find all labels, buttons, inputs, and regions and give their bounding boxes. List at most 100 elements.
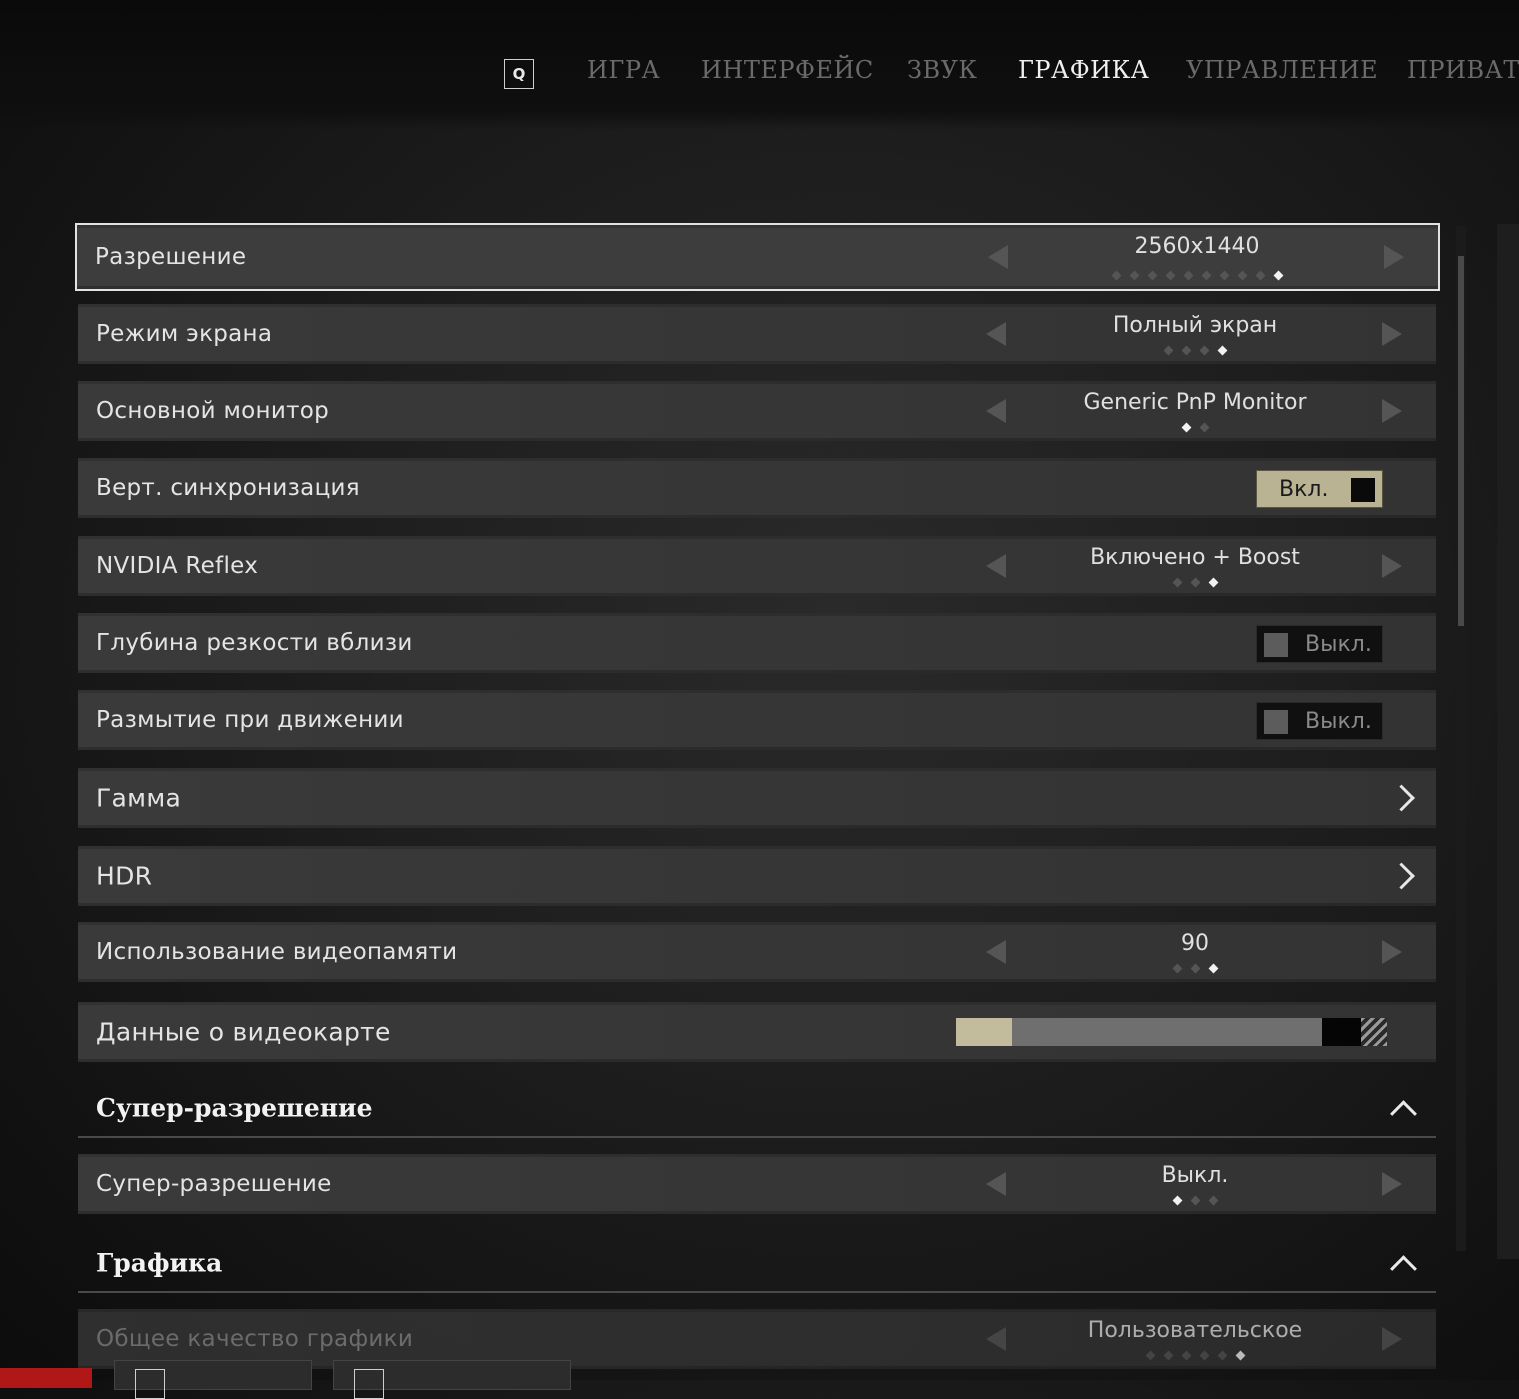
setting-label: Верт. синхронизация (96, 475, 360, 501)
option-dot (1190, 963, 1200, 974)
setting-super-resolution[interactable]: Супер-разрешение Выкл. (78, 1154, 1436, 1214)
setting-motion-blur[interactable]: Размытие при движении Выкл. (78, 690, 1436, 750)
arrow-left-icon[interactable] (986, 1172, 1006, 1196)
option-indicator (1008, 961, 1382, 974)
scrollbar-thumb[interactable] (1458, 256, 1464, 626)
setting-label: Размытие при движении (96, 707, 404, 733)
arrow-left-icon[interactable] (986, 554, 1006, 578)
arrow-right-icon[interactable] (1382, 1172, 1402, 1196)
q-key-hint[interactable]: Q (504, 59, 534, 89)
option-dot (1163, 345, 1173, 356)
option-dot (1183, 270, 1193, 281)
option-dot (1190, 577, 1200, 588)
option-dot (1219, 270, 1229, 281)
arrow-left-icon[interactable] (988, 245, 1008, 269)
option-dot (1181, 1350, 1191, 1361)
toggle-label: Выкл. (1305, 709, 1372, 734)
scrollbar[interactable] (1456, 226, 1466, 1251)
arrow-right-icon[interactable] (1382, 1327, 1402, 1351)
setting-label: Режим экрана (96, 321, 273, 347)
arrow-right-icon[interactable] (1382, 399, 1402, 423)
setting-resolution[interactable]: Разрешение 2560x1440 (75, 223, 1440, 291)
chevron-up-icon[interactable] (1390, 1255, 1417, 1283)
defaults-button[interactable] (333, 1360, 571, 1399)
option-dot (1181, 422, 1191, 433)
arrow-right-icon[interactable] (1382, 322, 1402, 346)
toggle-label: Вкл. (1279, 477, 1329, 502)
motion-blur-toggle[interactable]: Выкл. (1256, 702, 1383, 740)
option-dot (1190, 1195, 1200, 1206)
setting-value: Пользовательское (1087, 1318, 1303, 1343)
top-nav-bar: Q ИГРА ИНТЕРФЕЙС ЗВУК ГРАФИКА УПРАВЛЕНИЕ… (0, 0, 1519, 130)
setting-value: Полный экран (1112, 313, 1278, 338)
checkbox-icon (1351, 478, 1375, 502)
arrow-right-icon[interactable] (1382, 554, 1402, 578)
option-indicator (1008, 1193, 1382, 1206)
option-dot (1255, 270, 1265, 281)
arrow-left-icon[interactable] (986, 399, 1006, 423)
vram-free-segment (1322, 1018, 1361, 1046)
setting-monitor[interactable]: Основной монитор Generic PnP Monitor (78, 381, 1436, 441)
setting-hdr[interactable]: HDR (78, 846, 1436, 906)
toggle-label: Выкл. (1305, 632, 1372, 657)
setting-gamma[interactable]: Гамма (78, 768, 1436, 828)
option-dot (1201, 270, 1211, 281)
tab-game[interactable]: ИГРА (587, 56, 660, 84)
setting-vram-usage[interactable]: Использование видеопамяти 90 (78, 922, 1436, 982)
side-panel-edge (1497, 224, 1519, 1259)
arrow-left-icon[interactable] (986, 322, 1006, 346)
setting-label: Глубина резкости вблизи (96, 630, 413, 656)
setting-screen-mode[interactable]: Режим экрана Полный экран (78, 304, 1436, 364)
setting-depth-of-field[interactable]: Глубина резкости вблизи Выкл. (78, 613, 1436, 673)
option-dot (1199, 1350, 1209, 1361)
vsync-toggle[interactable]: Вкл. (1256, 470, 1383, 508)
arrow-right-icon[interactable] (1382, 940, 1402, 964)
option-dot (1208, 1195, 1218, 1206)
tab-privacy[interactable]: ПРИВАТ (1407, 56, 1519, 84)
setting-vsync[interactable]: Верт. синхронизация Вкл. (78, 458, 1436, 518)
settings-panel: Разрешение 2560x1440 Режим экрана Полный… (0, 220, 1519, 1380)
option-dot (1172, 577, 1182, 588)
setting-label: Гамма (96, 783, 182, 813)
checkbox-icon (1264, 633, 1288, 657)
option-dot (1129, 270, 1139, 281)
tab-graphics[interactable]: ГРАФИКА (1018, 56, 1149, 84)
tab-interface[interactable]: ИНТЕРФЕЙС (701, 56, 874, 84)
option-dot (1172, 963, 1182, 974)
option-dot (1237, 270, 1247, 281)
option-indicator (1008, 575, 1382, 588)
apply-button[interactable] (114, 1360, 312, 1399)
chevron-right-icon (1388, 862, 1415, 890)
back-button[interactable] (0, 1368, 92, 1388)
setting-value: Выкл. (1161, 1163, 1229, 1188)
chevron-right-icon (1388, 784, 1415, 812)
arrow-left-icon[interactable] (986, 1327, 1006, 1351)
setting-value: Generic PnP Monitor (1083, 390, 1307, 415)
setting-label: Супер-разрешение (96, 1171, 332, 1197)
section-graphics[interactable]: Графика (78, 1233, 1436, 1293)
arrow-left-icon[interactable] (986, 940, 1006, 964)
option-dot (1199, 422, 1209, 433)
tab-controls[interactable]: УПРАВЛЕНИЕ (1186, 56, 1378, 84)
setting-value: 2560x1440 (1134, 234, 1260, 259)
section-title: Графика (96, 1248, 223, 1278)
vram-other-segment (1012, 1018, 1322, 1046)
option-dot (1235, 1350, 1245, 1361)
option-dot (1111, 270, 1121, 281)
option-dot (1217, 345, 1227, 356)
setting-label: HDR (96, 861, 153, 891)
tab-sound[interactable]: ЗВУК (907, 56, 978, 84)
setting-value: 90 (1181, 931, 1209, 956)
option-indicator (1008, 343, 1382, 356)
setting-nvidia-reflex[interactable]: NVIDIA Reflex Включено + Boost (78, 536, 1436, 596)
option-dot (1199, 345, 1209, 356)
section-super-resolution[interactable]: Супер-разрешение (78, 1078, 1436, 1138)
setting-label: Использование видеопамяти (96, 939, 458, 965)
setting-gpu-info[interactable]: Данные о видеокарте (78, 1002, 1436, 1062)
option-dot (1172, 1195, 1182, 1206)
dof-toggle[interactable]: Выкл. (1256, 625, 1383, 663)
option-dot (1208, 577, 1218, 588)
chevron-up-icon[interactable] (1390, 1100, 1417, 1128)
arrow-right-icon[interactable] (1384, 245, 1404, 269)
setting-label: Общее качество графики (96, 1326, 414, 1352)
